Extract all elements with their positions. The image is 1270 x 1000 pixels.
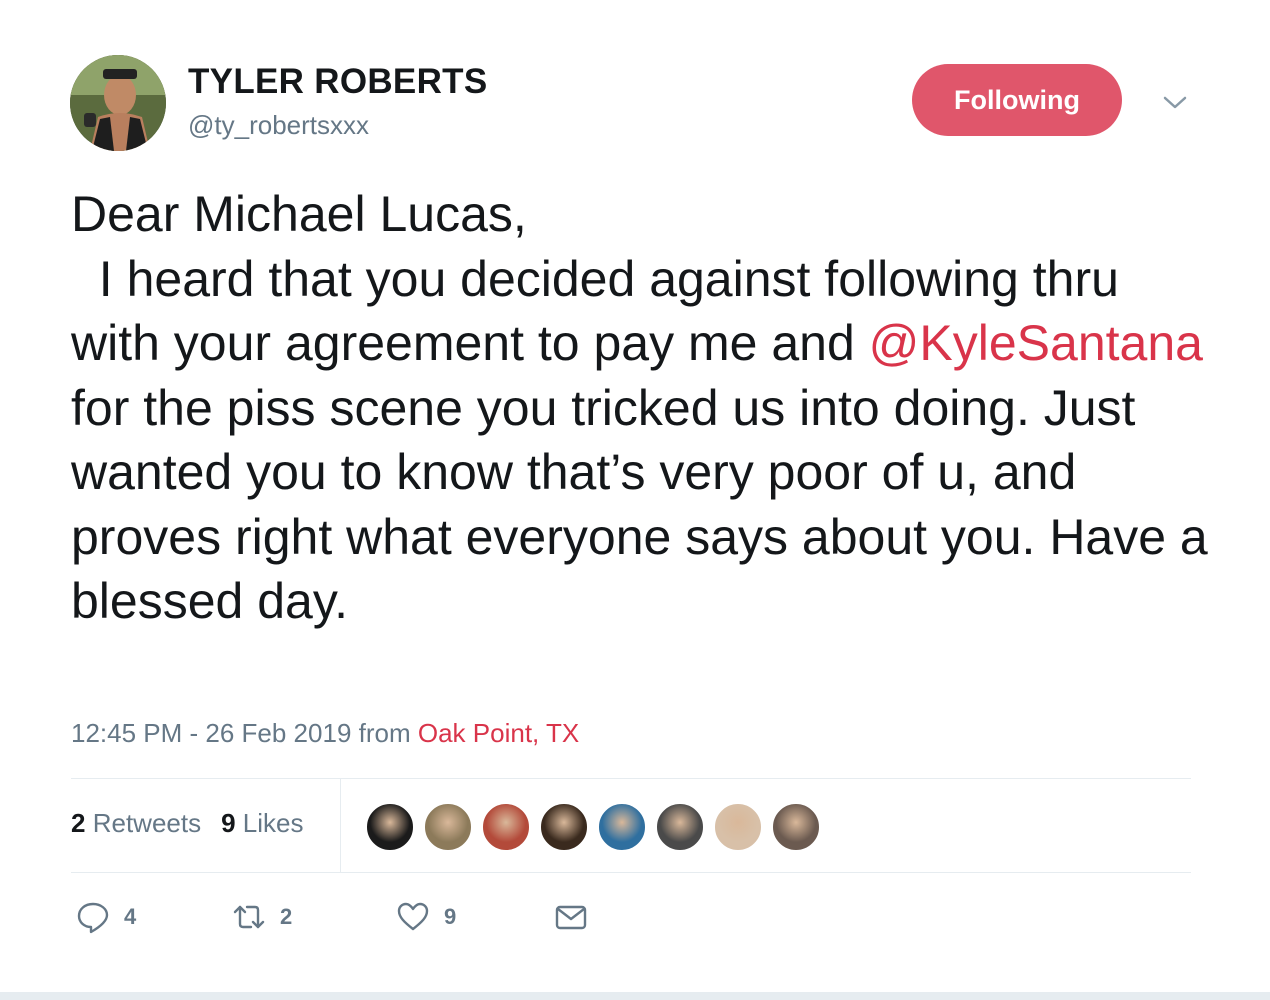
likes-stat[interactable]: 9 Likes — [221, 808, 303, 839]
direct-message-button[interactable] — [554, 900, 588, 934]
avatar-photo-icon — [70, 55, 166, 151]
author-name[interactable]: TYLER ROBERTS — [188, 62, 487, 102]
envelope-icon — [555, 905, 587, 930]
liker-avatar[interactable] — [539, 802, 589, 852]
retweets-label: Retweets — [92, 808, 202, 838]
tweet-timestamp[interactable]: 12:45 PM - 26 Feb 2019 — [71, 718, 351, 748]
liker-avatar[interactable] — [365, 802, 415, 852]
bottom-border — [0, 992, 1270, 1000]
tweet-text: Dear Michael Lucas, I heard that you dec… — [71, 182, 1211, 634]
tweet-location[interactable]: Oak Point, TX — [418, 718, 579, 748]
author-avatar[interactable] — [70, 55, 166, 151]
tweet-stats: 2 Retweets 9 Likes — [71, 808, 304, 839]
divider-bottom — [71, 872, 1191, 873]
heart-icon — [397, 902, 429, 931]
author-handle[interactable]: @ty_robertsxxx — [188, 110, 369, 141]
retweet-count: 2 — [280, 904, 293, 929]
liker-avatar[interactable] — [713, 802, 763, 852]
from-label: from — [358, 718, 411, 748]
stats-divider — [340, 779, 341, 872]
liker-avatar[interactable] — [597, 802, 647, 852]
reply-button[interactable]: 4 — [76, 900, 136, 934]
following-button[interactable]: Following — [912, 64, 1122, 136]
retweets-count: 2 — [71, 808, 86, 838]
retweet-icon — [233, 905, 265, 929]
likes-label: Likes — [242, 808, 304, 838]
tweet-meta: 12:45 PM - 26 Feb 2019 from Oak Point, T… — [71, 718, 579, 749]
mention-link[interactable]: @KyleSantana — [869, 315, 1203, 371]
like-count: 9 — [444, 904, 457, 929]
like-button[interactable]: 9 — [396, 900, 456, 934]
liker-avatars — [365, 802, 829, 852]
liker-avatar[interactable] — [481, 802, 531, 852]
reply-icon — [77, 902, 109, 934]
liker-avatar[interactable] — [771, 802, 821, 852]
divider-top — [71, 778, 1191, 779]
likes-count: 9 — [221, 808, 236, 838]
reply-count: 4 — [124, 904, 137, 929]
liker-avatar[interactable] — [655, 802, 705, 852]
tweet-card: TYLER ROBERTS @ty_robertsxxx Following D… — [0, 0, 1270, 1000]
liker-avatar[interactable] — [423, 802, 473, 852]
retweet-button[interactable]: 2 — [232, 900, 292, 934]
chevron-down-icon[interactable] — [1160, 90, 1190, 116]
retweets-stat[interactable]: 2 Retweets — [71, 808, 201, 839]
